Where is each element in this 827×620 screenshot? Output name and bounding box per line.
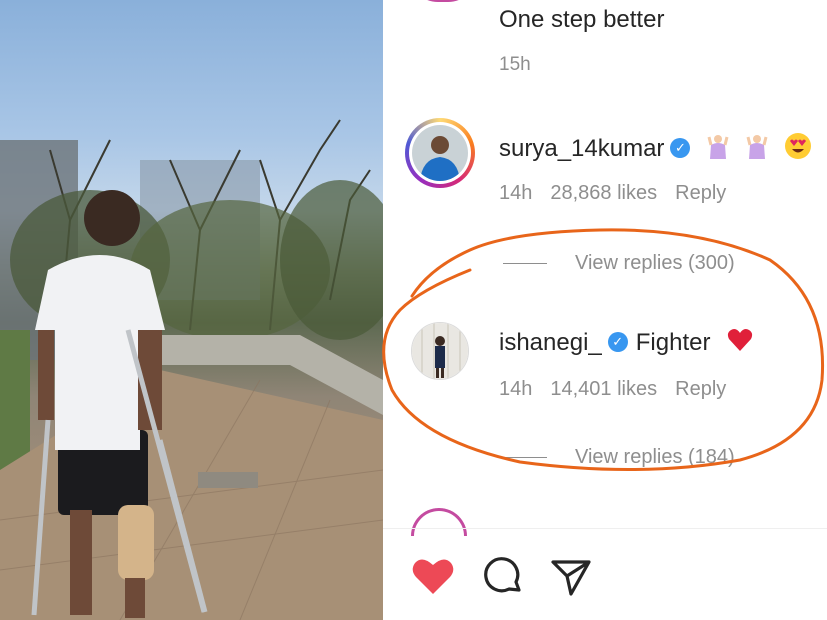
comment-button[interactable] <box>479 552 529 602</box>
like-button[interactable] <box>409 552 459 602</box>
person-raising-hands-emoji <box>746 133 768 166</box>
avatar[interactable] <box>405 118 475 188</box>
action-bar <box>383 548 827 608</box>
avatar[interactable] <box>411 322 469 380</box>
comment-meta: 14h 14,401 likes Reply <box>499 378 744 401</box>
comments-panel: One step better 15h surya_14kumar ✓ 14h … <box>383 0 827 620</box>
comment-row: surya_14kumar ✓ 14h 28,868 likes Reply <box>383 118 827 204</box>
comment-username[interactable]: ishanegi_ ✓ Fighter <box>499 328 753 359</box>
verified-badge-icon: ✓ <box>607 331 628 352</box>
share-button[interactable] <box>547 552 597 602</box>
avatar-photo <box>412 125 468 181</box>
comment-likes[interactable]: 14,401 likes <box>550 378 657 400</box>
previous-avatar[interactable] <box>408 0 478 2</box>
comment-icon <box>484 557 521 593</box>
comment-likes[interactable]: 28,868 likes <box>550 182 657 204</box>
divider-line <box>503 457 547 459</box>
comment-text: Fighter <box>635 328 711 356</box>
reply-button[interactable]: Reply <box>675 378 726 400</box>
red-heart-emoji <box>727 328 753 359</box>
comment-time: 14h <box>499 182 533 204</box>
previous-comment-time: 15h <box>499 54 531 75</box>
next-avatar[interactable] <box>411 508 467 536</box>
photo-scene <box>0 119 383 620</box>
view-replies-button[interactable]: View replies (300) <box>503 252 735 275</box>
comment-time: 14h <box>499 378 533 400</box>
heart-icon <box>412 559 454 594</box>
post-photo <box>0 0 383 620</box>
verified-badge-icon: ✓ <box>670 137 691 158</box>
view-replies-button[interactable]: View replies (184) <box>503 446 735 469</box>
previous-comment-text: One step better <box>499 6 665 33</box>
action-bar-divider <box>383 528 827 529</box>
share-icon <box>551 560 591 596</box>
comment-row: ishanegi_ ✓ Fighter 14h 14,401 likes Reply <box>383 320 827 400</box>
person-raising-hands-emoji <box>707 133 729 166</box>
divider-line <box>503 263 547 265</box>
comment-username[interactable]: surya_14kumar ✓ <box>499 132 812 167</box>
comment-meta: 14h 28,868 likes Reply <box>499 182 744 205</box>
avatar-photo <box>412 323 468 379</box>
reply-button[interactable]: Reply <box>675 182 726 204</box>
heart-eyes-emoji <box>784 132 812 167</box>
